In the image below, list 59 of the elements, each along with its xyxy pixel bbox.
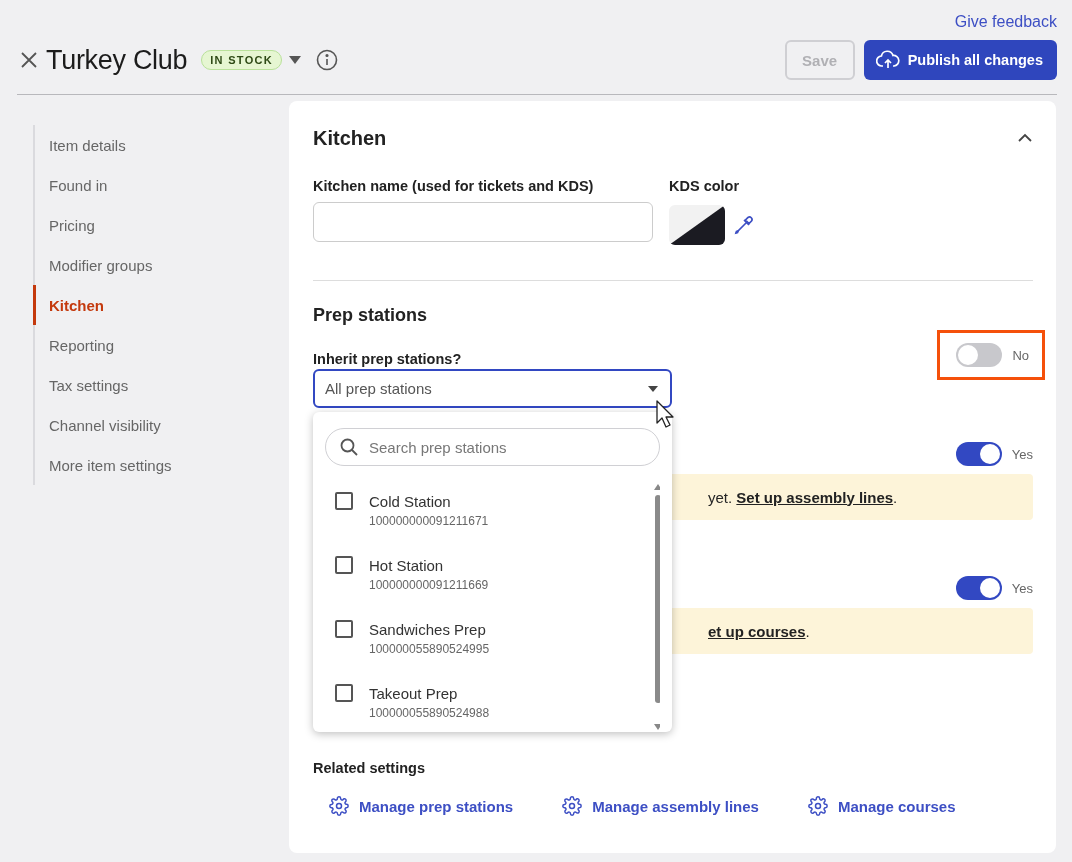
field-label: KDS color xyxy=(669,178,741,194)
color-swatch[interactable] xyxy=(669,205,725,245)
select-field[interactable]: All prep stations xyxy=(313,369,672,408)
toggle-label: Yes xyxy=(1011,580,1033,596)
settings-link[interactable]: Manage assembly lines xyxy=(562,796,759,816)
settings-link[interactable]: Manage prep stations xyxy=(329,796,514,816)
toggle-switch[interactable] xyxy=(956,343,1003,367)
station-id: 100000055890524988 xyxy=(369,706,490,720)
notice-text: et up courses. xyxy=(708,622,810,640)
info-icon[interactable] xyxy=(316,49,338,71)
sidebar-item[interactable]: Found in xyxy=(33,165,235,205)
field-label: Inherit prep stations? xyxy=(313,351,462,367)
sidebar-item[interactable]: Modifier groups xyxy=(33,245,235,285)
checkbox[interactable] xyxy=(335,620,353,638)
sidebar-item[interactable]: Tax settings xyxy=(33,365,235,405)
feedback-link[interactable]: Give feedback xyxy=(954,13,1057,35)
search-field[interactable]: Search prep stations xyxy=(325,428,660,466)
item-title: Turkey Club xyxy=(46,44,188,76)
toggle-switch[interactable] xyxy=(955,576,1002,600)
gear-icon xyxy=(562,796,583,816)
select-value: All prep stations xyxy=(325,380,432,397)
settings-link[interactable]: Manage courses xyxy=(807,796,956,816)
section-title: Kitchen xyxy=(313,126,387,150)
station-name[interactable]: Sandwiches Prep xyxy=(369,621,490,638)
close-icon[interactable] xyxy=(20,51,38,69)
sidebar-item[interactable]: Item details xyxy=(33,125,235,165)
station-name[interactable]: Cold Station xyxy=(369,493,489,510)
sidebar-item[interactable]: More item settings xyxy=(33,445,235,485)
station-name[interactable]: Takeout Prep xyxy=(369,685,490,702)
station-id: 100000000091211669 xyxy=(369,578,489,592)
chevron-up-icon[interactable] xyxy=(1017,133,1033,143)
station-name[interactable]: Hot Station xyxy=(369,557,489,574)
search-icon xyxy=(340,438,358,456)
caret-icon[interactable] xyxy=(288,55,302,65)
gear-icon xyxy=(807,796,828,816)
sidebar-item[interactable]: Reporting xyxy=(33,325,235,365)
input-field[interactable] xyxy=(313,202,653,242)
station-id: 100000000091211671 xyxy=(369,514,489,528)
toggle-label: Yes xyxy=(1011,446,1033,462)
eyedropper-icon[interactable] xyxy=(733,214,755,236)
toggle-switch[interactable] xyxy=(955,442,1002,466)
sidebar-item[interactable]: Pricing xyxy=(33,205,235,245)
checkbox[interactable] xyxy=(335,684,353,702)
setup-link[interactable]: et up courses xyxy=(708,622,806,640)
stock-status: IN STOCK xyxy=(201,50,282,70)
sidebar-item[interactable]: Channel visibility xyxy=(33,405,235,445)
checkbox[interactable] xyxy=(335,492,353,510)
toggle-label: No xyxy=(1012,347,1029,363)
section-title: Related settings xyxy=(313,760,426,776)
sidebar-item[interactable]: Kitchen xyxy=(33,285,235,325)
gear-icon xyxy=(329,796,349,816)
cloud-upload-icon xyxy=(875,50,900,70)
section-title: Prep stations xyxy=(313,305,429,326)
caret-icon xyxy=(648,385,658,392)
notice-text: yet. Set up assembly lines. xyxy=(708,488,898,506)
checkbox[interactable] xyxy=(335,556,353,574)
publish-button[interactable]: Publish all changes xyxy=(863,40,1057,80)
field-label: Kitchen name (used for tickets and KDS) xyxy=(313,178,595,194)
station-id: 100000055890524995 xyxy=(369,642,490,656)
